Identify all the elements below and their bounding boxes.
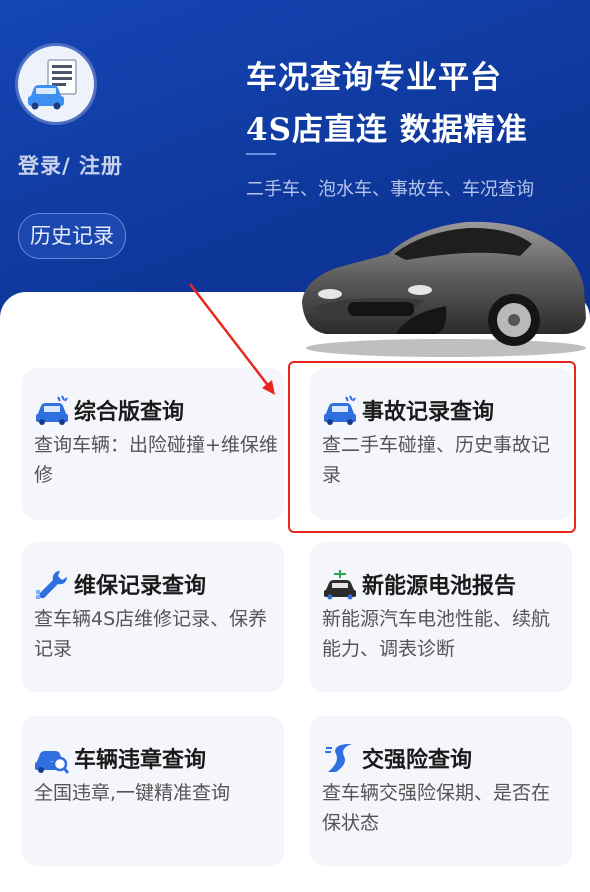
card-title: 交强险查询 — [362, 748, 473, 773]
highlight-box — [288, 361, 576, 533]
ev-car-icon — [324, 570, 356, 600]
road-icon — [325, 744, 352, 772]
card-title: 综合版查询 — [74, 400, 185, 425]
card-title: 新能源电池报告 — [362, 574, 517, 599]
ev-battery-report-card[interactable]: 新能源电池报告 新能源汽车电池性能、续航能力、调表诊断 — [310, 542, 572, 692]
card-description: 新能源汽车电池性能、续航能力、调表诊断 — [322, 608, 551, 660]
comprehensive-query-card[interactable]: 综合版查询 查询车辆：出险碰撞+维保维修 — [22, 368, 284, 520]
avatar[interactable] — [18, 46, 94, 122]
card-description: 查车辆交强险保期、是否在保状态 — [322, 782, 551, 834]
compulsory-insurance-card[interactable]: 交强险查询 查车辆交强险保期、是否在保状态 — [310, 716, 572, 866]
card-title: 车辆违章查询 — [74, 748, 207, 773]
sports-car-image — [302, 221, 586, 357]
report-car-icon — [28, 59, 77, 110]
car-search-icon — [35, 751, 70, 774]
card-description: 全国违章,一键精准查询 — [34, 782, 231, 804]
wrench-icon — [36, 570, 68, 599]
login-register-link[interactable]: 登录/ 注册 — [18, 150, 123, 180]
violation-query-card[interactable]: 车辆违章查询 全国违章,一键精准查询 — [22, 716, 284, 866]
card-description: 查询车辆：出险碰撞+维保维修 — [34, 434, 278, 486]
history-button[interactable]: 历史记录 — [18, 213, 126, 259]
page-title: 车况查询专业平台 — [246, 60, 502, 96]
page-tagline: 4S店直连 数据精准 — [246, 112, 528, 148]
maintenance-record-card[interactable]: 维保记录查询 查车辆4S店维修记录、保养记录 — [22, 542, 284, 692]
car-collision-icon — [36, 395, 68, 425]
card-title: 维保记录查询 — [74, 574, 207, 599]
title-divider — [246, 153, 276, 155]
page-subtitle: 二手车、泡水车、事故车、车况查询 — [246, 179, 534, 200]
card-description: 查车辆4S店维修记录、保养记录 — [34, 608, 268, 660]
